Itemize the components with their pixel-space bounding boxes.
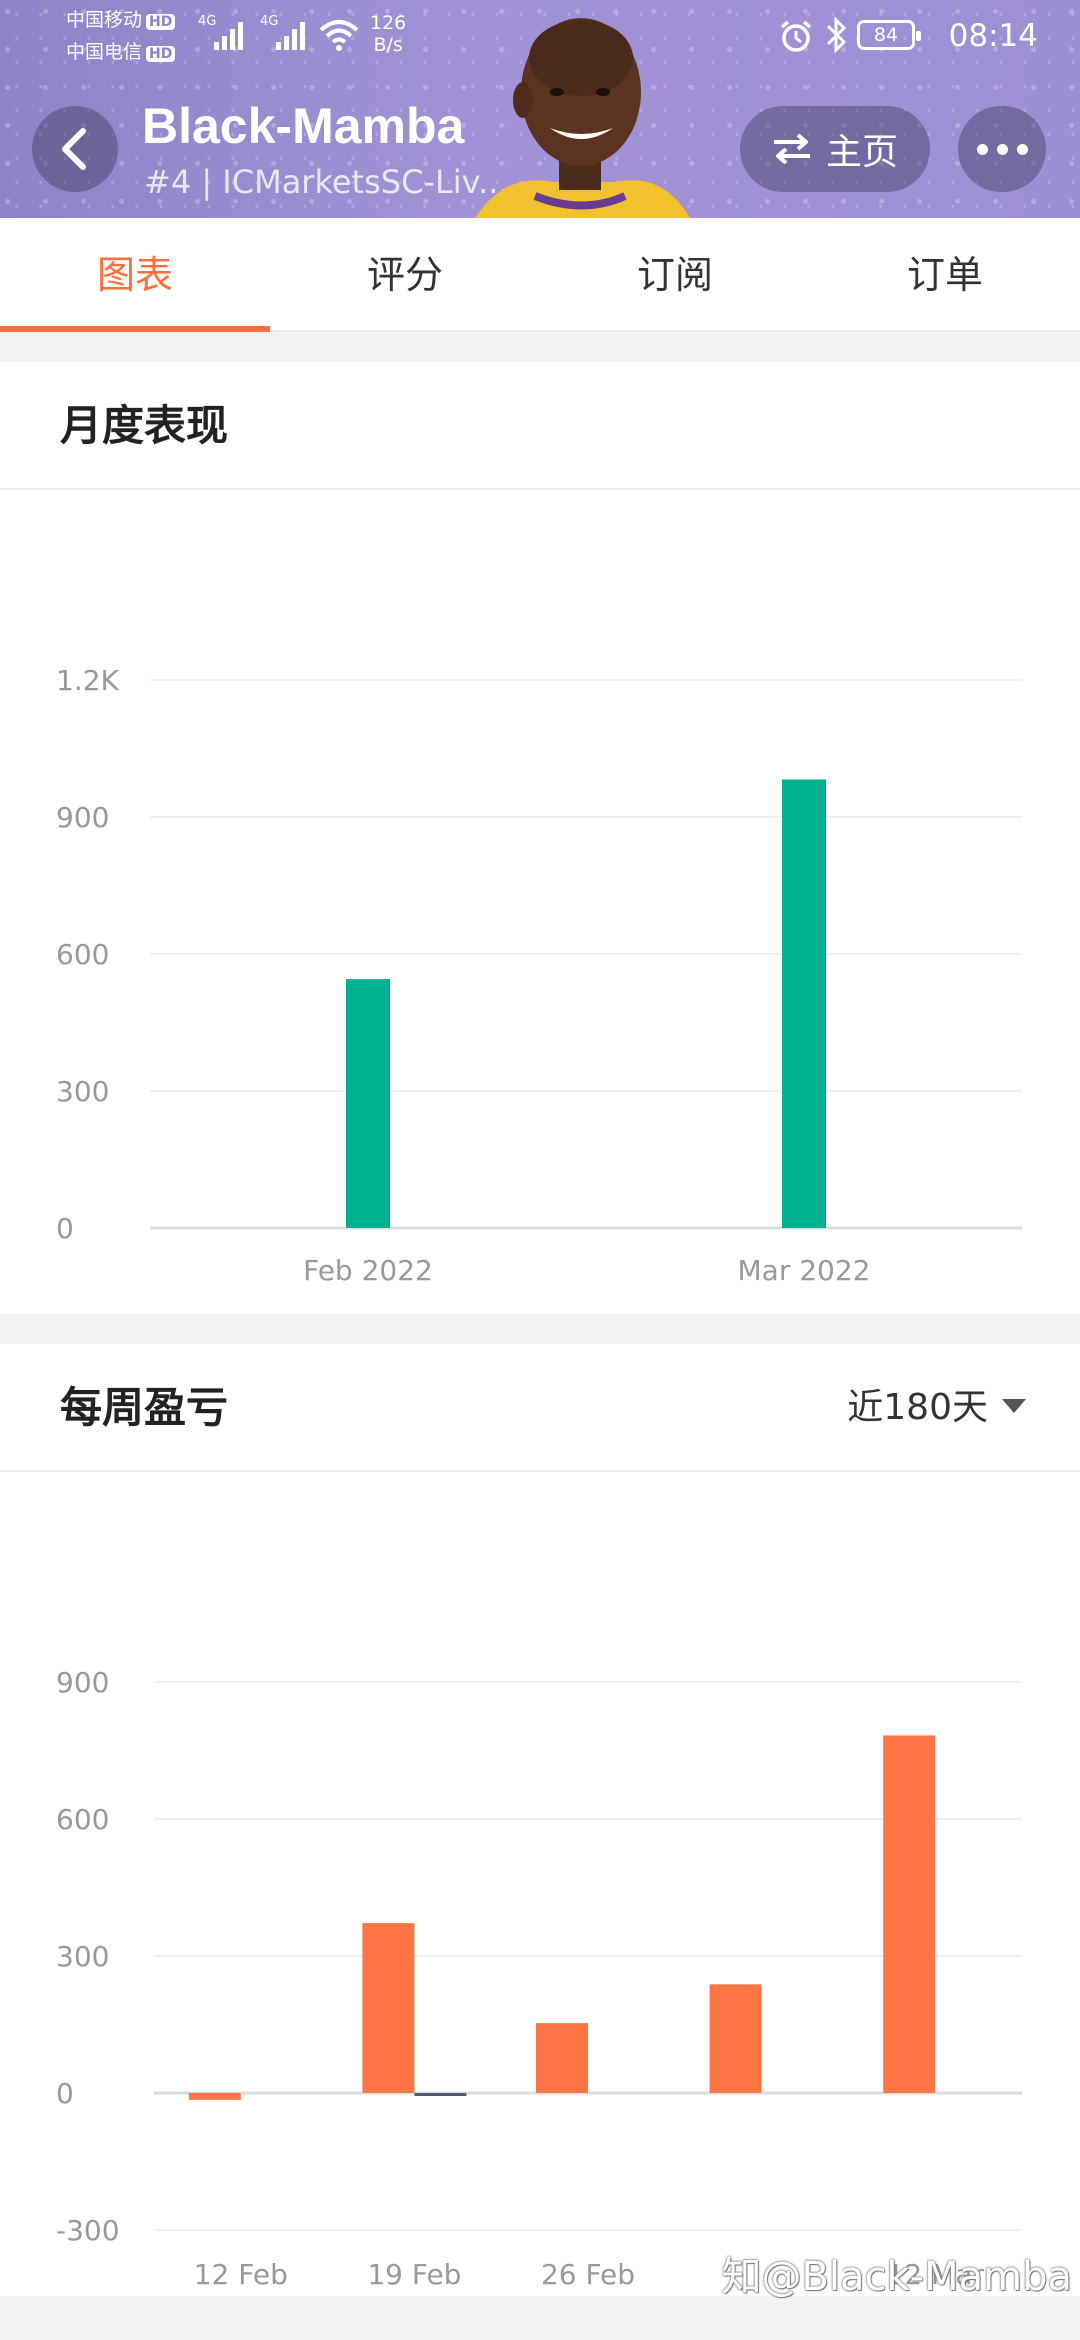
tab-rating[interactable]: 评分 [270, 218, 540, 330]
y-tick-label: 900 [56, 801, 109, 834]
weekly-title: 每周盈亏 [60, 1383, 229, 1432]
bluetooth-icon [826, 16, 847, 54]
home-button-label: 主页 [825, 132, 898, 173]
y-tick-label: -300 [56, 2214, 120, 2247]
x-tick-label: 26 Feb [541, 2258, 635, 2291]
bar [782, 779, 826, 1228]
trader-name: Black-Mamba [142, 98, 465, 154]
more-button[interactable] [958, 106, 1046, 192]
more-icon-dot [996, 143, 1008, 155]
app-screen: 中国移动 HD 中国电信 HD 4G 4G 126 B/s 84 08:14 B… [0, 0, 1080, 2340]
network-speed: 126 B/s [370, 12, 406, 56]
tab-orders[interactable]: 订单 [810, 218, 1080, 330]
home-button[interactable]: 主页 [740, 106, 930, 192]
weekly-pnl-card: 每周盈亏 近180天 900 600 300 0 -300 12 Feb 19 Feb 26 … [0, 1344, 1080, 2296]
range-label: 近180天 [847, 1387, 988, 1428]
x-tick-label: 19 Feb [367, 2258, 461, 2291]
monthly-card-header: 月度表现 [0, 362, 1080, 490]
hd-badge-2: HD [146, 46, 176, 62]
bar [346, 979, 390, 1228]
carrier-2: 中国电信 HD [66, 40, 176, 64]
y-tick-label: 600 [56, 938, 109, 971]
carrier-1: 中国移动 HD [66, 8, 176, 32]
weekly-chart: 9006003000-30012 Feb19 Feb26 Feb12 Mar平仓… [56, 1666, 1022, 2291]
y-tick-label: 300 [56, 1075, 109, 1108]
signal-icon: 4G [198, 14, 248, 50]
y-tick-label: 300 [56, 1940, 109, 1973]
chevron-down-icon [1002, 1399, 1026, 1413]
y-tick-label: 900 [56, 1666, 109, 1699]
watermark: 知@Black-Mamba [721, 2254, 1072, 2300]
monthly-performance-card: 月度表现 1.2K9006003000Feb 2022Mar 2022盈利亏损 [0, 362, 1080, 1314]
speed-unit: B/s [373, 34, 403, 56]
x-tick-label: Feb 2022 [303, 1254, 433, 1287]
weekly-card-header: 每周盈亏 近180天 [0, 1344, 1080, 1472]
swap-icon [773, 133, 810, 165]
y-tick-label: 600 [56, 1803, 109, 1836]
profile-header: 中国移动 HD 中国电信 HD 4G 4G 126 B/s 84 08:14 B… [0, 0, 1080, 218]
battery-level: 84 [873, 24, 899, 46]
wifi-icon [319, 20, 359, 51]
speed-value: 126 [370, 12, 407, 34]
bar [883, 1735, 936, 2093]
more-icon [976, 143, 988, 155]
net-type-2: 4G [260, 14, 279, 29]
hd-badge: HD [146, 14, 176, 30]
tab-subscribe[interactable]: 订阅 [540, 218, 810, 330]
carrier-2-label: 中国电信 [66, 41, 143, 63]
bar [536, 2023, 588, 2093]
bar [414, 2093, 467, 2096]
back-icon [62, 128, 86, 170]
bar [362, 1923, 415, 2093]
carrier-1-label: 中国移动 [66, 9, 143, 31]
x-tick-label: 12 Feb [194, 2258, 288, 2291]
back-button[interactable] [32, 106, 118, 192]
monthly-title: 月度表现 [60, 401, 229, 450]
avatar[interactable] [475, 0, 690, 218]
signal-icon-2: 4G [260, 14, 310, 50]
more-icon-dot [1016, 143, 1028, 155]
alarm-icon [780, 20, 812, 52]
tab-bar: 图表 评分 订阅 订单 [0, 218, 1080, 332]
tab-chart[interactable]: 图表 [0, 218, 270, 332]
y-tick-label: 1.2K [56, 664, 120, 697]
net-type-1: 4G [198, 14, 217, 29]
battery-icon: 84 [857, 20, 921, 50]
monthly-chart: 1.2K9006003000Feb 2022Mar 2022盈利亏损 [56, 664, 1022, 1287]
bar [188, 2093, 241, 2100]
range-dropdown[interactable]: 近180天 [847, 1380, 1026, 1436]
y-tick-label: 0 [56, 1212, 74, 1245]
y-tick-label: 0 [56, 2077, 74, 2110]
bar [709, 1984, 762, 2093]
x-tick-label: Mar 2022 [738, 1254, 871, 1287]
clock: 08:14 [948, 18, 1038, 54]
